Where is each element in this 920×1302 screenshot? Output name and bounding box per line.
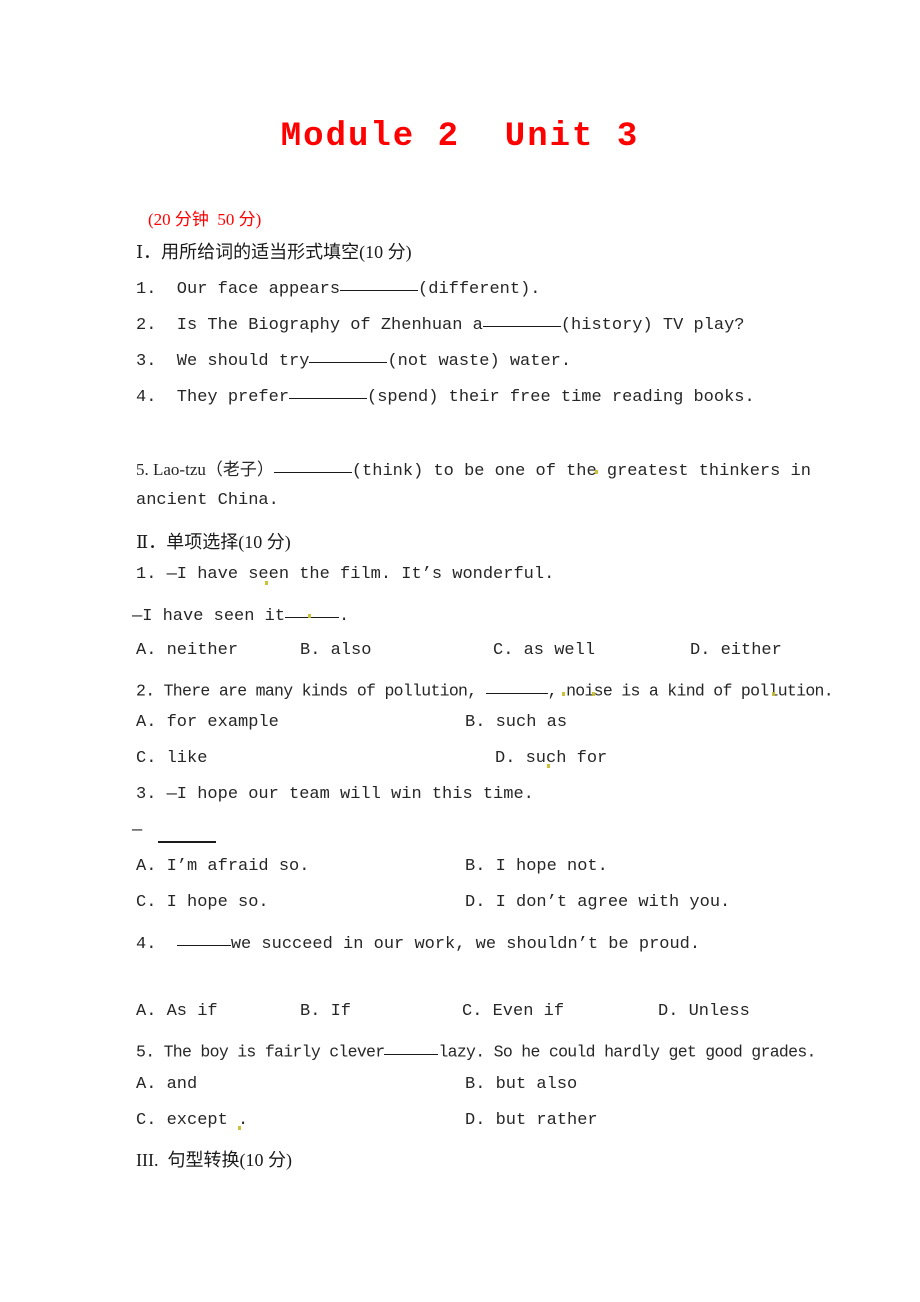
worksheet-page: Module 2 Unit 3 (20 分钟 50 分) Ⅰ．用所给词的适当形式… — [0, 0, 920, 1302]
answer-blank[interactable] — [273, 456, 352, 473]
scan-speck — [308, 614, 311, 618]
question-1-3-text: 3. We should try — [136, 352, 310, 372]
option-2-2-d[interactable]: D. such for — [495, 749, 607, 768]
option-2-4-a[interactable]: A. As if — [136, 1002, 218, 1021]
question-2-3-stem: 3. —I hope our team will win this time. — [136, 785, 534, 804]
section-heading-3: III. 句型转换(10 分) — [136, 1150, 292, 1170]
answer-blank[interactable] — [485, 677, 548, 694]
answer-blank[interactable] — [176, 929, 231, 947]
question-1-1-tail: (different). — [418, 280, 541, 300]
option-2-5-c[interactable]: C. except . — [136, 1111, 248, 1130]
option-2-3-c[interactable]: C. I hope so. — [136, 893, 269, 912]
option-2-1-d[interactable]: D. either — [690, 641, 782, 660]
question-1-4-text: 4. They prefer — [136, 388, 290, 408]
scan-speck — [562, 692, 565, 696]
page-title: Module 2 Unit 3 — [280, 118, 640, 156]
option-2-2-c[interactable]: C. like — [136, 749, 207, 768]
answer-blank[interactable] — [289, 382, 368, 400]
question-2-5-stem-tail: lazy. So he could hardly get good grades… — [438, 1042, 816, 1062]
question-1-4-tail: (spend) their free time reading books. — [367, 388, 755, 408]
question-1-3: 3. We should try (not waste) water. — [136, 346, 571, 371]
scan-speck — [238, 1126, 241, 1130]
question-2-1-stem: 1. —I have seen the film. It’s wonderful… — [136, 565, 555, 584]
question-2-3-stem2: — — [132, 821, 143, 840]
score-and-time-line: (20 分钟 50 分) — [148, 210, 262, 229]
question-2-2-stem-text: 2. There are many kinds of pollution, — [136, 681, 486, 701]
answer-blank[interactable] — [285, 601, 340, 619]
question-2-1-stem2-text: —I have seen it — [132, 607, 286, 627]
question-2-1-stem2-tail: . — [339, 607, 350, 627]
option-2-3-d[interactable]: D. I don’t agree with you. — [465, 893, 730, 912]
question-2-5-stem-text: 5. The boy is fairly clever — [136, 1042, 385, 1062]
question-1-2-text: 2. Is The Biography of Zhenhuan a — [136, 316, 483, 336]
question-1-1: 1. Our face appears (different). — [136, 274, 540, 299]
answer-blank[interactable] — [309, 346, 388, 364]
scan-speck — [595, 470, 598, 474]
question-2-4-stem-text: 4. — [136, 935, 177, 955]
question-1-5-continuation: ancient China. — [136, 491, 279, 510]
option-2-2-a[interactable]: A. for example — [136, 713, 279, 732]
question-1-2: 2. Is The Biography of Zhenhuan a (histor… — [136, 310, 745, 335]
question-1-2-tail: (history) TV play? — [560, 316, 745, 336]
question-1-5-tail: (think) to be one of the greatest thinke… — [351, 462, 811, 481]
question-2-2-stem-tail: , noise is a kind of pollution. — [547, 681, 834, 701]
question-1-3-tail: (not waste) water. — [387, 352, 572, 372]
scan-speck — [772, 692, 775, 696]
option-2-4-d[interactable]: D. Unless — [658, 1002, 750, 1021]
answer-blank[interactable] — [340, 274, 419, 292]
scan-speck — [265, 581, 268, 585]
question-2-4-stem: 4. we succeed in our work, we shouldn’t … — [136, 929, 700, 954]
question-1-5: 5. Lao-tzu（老子） (think) to be one of the g… — [136, 455, 811, 481]
section-heading-1: Ⅰ．用所给词的适当形式填空(10 分) — [136, 242, 412, 262]
answer-blank[interactable] — [384, 1038, 439, 1055]
option-2-4-c[interactable]: C. Even if — [462, 1002, 564, 1021]
option-2-2-b[interactable]: B. such as — [465, 713, 567, 732]
question-1-5-text: 5. Lao-tzu（老子） — [136, 460, 274, 479]
option-2-5-a[interactable]: A. and — [136, 1075, 197, 1094]
answer-blank[interactable] — [158, 841, 216, 843]
section-heading-2: Ⅱ．单项选择(10 分) — [136, 532, 291, 552]
scan-speck — [592, 692, 595, 696]
option-2-4-b[interactable]: B. If — [300, 1002, 351, 1021]
scan-speck — [547, 764, 550, 768]
option-2-1-c[interactable]: C. as well — [493, 641, 595, 660]
option-2-1-a[interactable]: A. neither — [136, 641, 238, 660]
option-2-3-a[interactable]: A. I’m afraid so. — [136, 857, 309, 876]
answer-blank[interactable] — [482, 310, 561, 328]
question-2-2-stem: 2. There are many kinds of pollution, , … — [136, 677, 834, 701]
question-2-5-stem: 5. The boy is fairly clever lazy. So he c… — [136, 1038, 816, 1062]
option-2-5-b[interactable]: B. but also — [465, 1075, 577, 1094]
option-2-3-b[interactable]: B. I hope not. — [465, 857, 608, 876]
option-2-1-b[interactable]: B. also — [300, 641, 371, 660]
question-1-1-text: 1. Our face appears — [136, 280, 341, 300]
question-2-1-stem2: —I have seen it. — [132, 601, 349, 626]
question-2-4-stem-tail: we succeed in our work, we shouldn’t be … — [230, 935, 701, 955]
question-1-4: 4. They prefer (spend) their free time re… — [136, 382, 755, 407]
option-2-5-d[interactable]: D. but rather — [465, 1111, 598, 1130]
